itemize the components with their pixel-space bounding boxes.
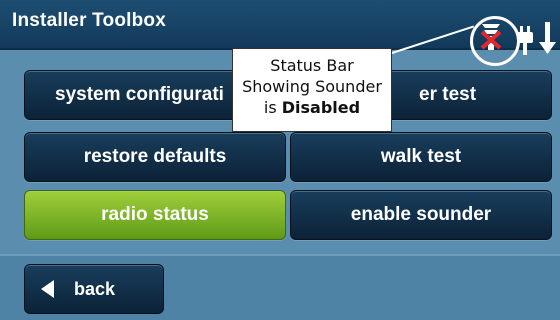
radio-status-label: radio status xyxy=(101,204,209,225)
page-title: Installer Toolbox xyxy=(12,10,167,31)
callout-line-1: Status Bar xyxy=(270,56,354,75)
callout-line-2: Showing Sounder xyxy=(242,77,382,96)
radio-status-button[interactable]: radio status xyxy=(24,190,286,240)
enable-sounder-button[interactable]: enable sounder xyxy=(290,190,552,240)
back-button[interactable]: back xyxy=(24,264,164,314)
callout-line-3-prefix: is xyxy=(263,98,282,117)
walk-test-label: walk test xyxy=(380,146,462,167)
restore-defaults-button[interactable]: restore defaults xyxy=(24,132,286,182)
system-configuration-label: system configurati xyxy=(55,84,224,105)
arrow-down-icon xyxy=(539,22,556,54)
enable-sounder-label: enable sounder xyxy=(350,204,492,225)
restore-defaults-label: restore defaults xyxy=(83,146,227,167)
status-bar-callout: Status Bar Showing Sounder is Disabled xyxy=(232,48,392,132)
callout-disabled-word: Disabled xyxy=(281,98,361,117)
highlight-circle xyxy=(470,16,520,66)
back-arrow-icon xyxy=(41,280,54,298)
speaker-test-label: er test xyxy=(419,84,477,105)
back-label: back xyxy=(74,278,116,299)
callout-line-3: is Disabled xyxy=(233,97,391,118)
walk-test-button[interactable]: walk test xyxy=(290,132,552,182)
